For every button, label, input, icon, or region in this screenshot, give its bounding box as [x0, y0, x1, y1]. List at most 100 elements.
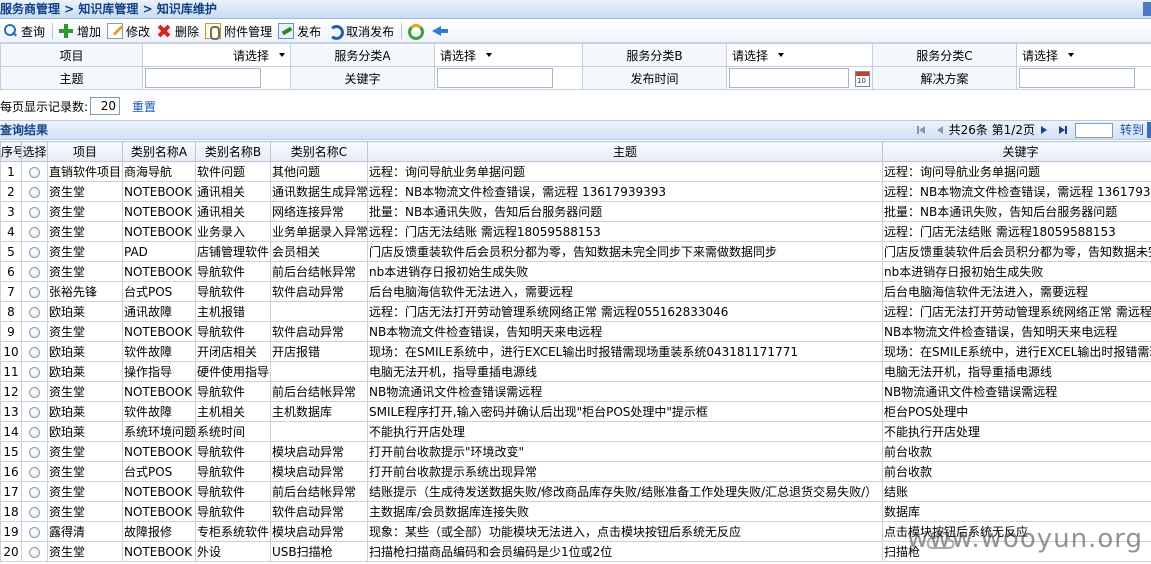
cell-project: 资生堂	[47, 461, 123, 482]
last-page-icon[interactable]	[1056, 124, 1068, 136]
add-button[interactable]: 增加	[56, 20, 105, 42]
table-row[interactable]: 12 资生堂 NOTEBOOK 导航软件 前后台结帐异常 NB物流通讯文件检查错误需远程 N…	[0, 381, 1151, 402]
calendar-icon[interactable]: 10	[855, 71, 870, 87]
unpublish-button[interactable]: 取消发布	[325, 20, 398, 42]
row-radio[interactable]	[29, 166, 40, 178]
cell-category-b: 店铺管理软件	[195, 241, 271, 262]
cell-keyword: 数据库	[882, 501, 1151, 522]
cell-category-a: PAD	[122, 241, 196, 262]
cell-keyword: 批量：NB本通讯失败，告知后台服务器问题	[882, 201, 1151, 222]
row-radio[interactable]	[29, 306, 40, 318]
reset-link[interactable]: 重置	[132, 98, 156, 115]
cell-category-b: 主机相关	[195, 401, 271, 422]
scrollbar-edge[interactable]	[1147, 122, 1151, 138]
table-row[interactable]: 14 欧珀莱 系统环境问题 系统时间 不能执行开店处理 不能执行开店处理	[0, 421, 1151, 442]
delete-button[interactable]: 删除	[154, 20, 203, 42]
cell-category-a: NOTEBOOK	[122, 481, 196, 502]
row-radio[interactable]	[29, 326, 40, 338]
category-c-select[interactable]: 请选择	[1019, 46, 1077, 64]
cell-keyword: NB本物流文件检查错误，告知明天来电远程	[882, 321, 1151, 342]
table-row[interactable]: 7 张裕先锋 台式POS 导航软件 软件启动异常 后台电脑海信软件无法进入，需要远程 后台电…	[0, 281, 1151, 302]
row-select-cell	[21, 521, 48, 542]
row-radio[interactable]	[29, 546, 40, 558]
next-page-icon[interactable]	[1038, 124, 1050, 136]
edit-button[interactable]: 修改	[105, 20, 154, 42]
scrollbar-thumb[interactable]	[1143, 2, 1151, 16]
row-radio[interactable]	[29, 426, 40, 438]
row-radio[interactable]	[29, 246, 40, 258]
first-page-icon[interactable]	[916, 124, 928, 136]
row-radio[interactable]	[29, 506, 40, 518]
row-radio[interactable]	[29, 486, 40, 498]
table-row[interactable]: 16 资生堂 台式POS 导航软件 模块启动异常 打开前台收款提示系统出现异常 前台收款	[0, 461, 1151, 482]
cell-category-b: 通讯相关	[195, 181, 271, 202]
prev-page-icon[interactable]	[934, 124, 946, 136]
table-row[interactable]: 15 资生堂 NOTEBOOK 导航软件 模块启动异常 打开前台收款提示"环境改变" 前台收…	[0, 441, 1151, 462]
row-number: 16	[0, 461, 22, 482]
row-radio[interactable]	[29, 346, 40, 358]
row-radio[interactable]	[29, 226, 40, 238]
breadcrumb: 服务商管理 > 知识库管理 > 知识库维护	[0, 0, 1151, 19]
cell-project: 资生堂	[47, 261, 123, 282]
cell-project: 资生堂	[47, 221, 123, 242]
table-row[interactable]: 3 资生堂 NOTEBOOK 通讯相关 网络连接异常 批量：NB本通讯失败，告知后台服务器…	[0, 201, 1151, 222]
row-radio[interactable]	[29, 186, 40, 198]
cell-category-b: 导航软件	[195, 461, 271, 482]
row-select-cell	[21, 321, 48, 342]
table-row[interactable]: 2 资生堂 NOTEBOOK 通讯相关 通讯数据生成异常 远程：NB本物流文件检查错误，需…	[0, 181, 1151, 202]
cell-subject: 远程：询问导航业务单据问题	[367, 161, 883, 182]
row-radio[interactable]	[29, 366, 40, 378]
query-button[interactable]: 查询	[0, 20, 49, 42]
table-row[interactable]: 4 资生堂 NOTEBOOK 业务录入 业务单据录入异常 远程：门店无法结账 需远程180…	[0, 221, 1151, 242]
results-title: 查询结果	[0, 123, 49, 137]
row-radio[interactable]	[29, 386, 40, 398]
refresh-button[interactable]	[405, 20, 430, 42]
table-row[interactable]: 6 资生堂 NOTEBOOK 导航软件 前后台结帐异常 nb本进销存日报初始生成失败 nb本…	[0, 261, 1151, 282]
publish-button[interactable]: 发布	[276, 20, 325, 42]
row-radio[interactable]	[29, 206, 40, 218]
attachments-button[interactable]: 附件管理	[203, 20, 276, 42]
cell-keyword: 远程：门店无法打开劳动管理系统网络正常 需远程055162833046	[882, 301, 1151, 322]
row-select-cell	[21, 221, 48, 242]
keyword-input[interactable]	[437, 68, 553, 88]
column-header: 类别名称B	[195, 141, 271, 162]
table-row[interactable]: 1 直销软件项目 商海导航 软件问题 其他问题 远程：询问导航业务单据问题 远程：询问导航业…	[0, 161, 1151, 182]
cell-category-b: 导航软件	[195, 261, 271, 282]
column-header: 主题	[367, 141, 883, 162]
table-row[interactable]: 9 资生堂 NOTEBOOK 导航软件 软件启动异常 NB本物流文件检查错误，告知明天来电…	[0, 321, 1151, 342]
table-row[interactable]: 18 资生堂 NOTEBOOK 导航软件 软件启动异常 主数据库/会员数据库连接失败 数据库	[0, 501, 1151, 522]
category-b-label: 服务分类B	[582, 43, 727, 67]
row-radio[interactable]	[29, 446, 40, 458]
goto-page-input[interactable]	[1074, 122, 1113, 138]
cell-category-b: 外设	[195, 541, 271, 562]
back-button[interactable]	[430, 20, 455, 42]
cell-project: 资生堂	[47, 201, 123, 222]
table-row[interactable]: 11 欧珀莱 操作指导 硬件使用指导 电脑无法开机，指导重插电源线 电脑无法开机，指导重插…	[0, 361, 1151, 382]
page-size-input[interactable]: 20	[90, 97, 121, 115]
row-number: 14	[0, 421, 22, 442]
table-row[interactable]: 8 欧珀莱 通讯故障 主机报错 远程：门店无法打开劳动管理系统网络正常 需远程05516…	[0, 301, 1151, 322]
row-radio[interactable]	[29, 406, 40, 418]
cell-subject: 打开前台收款提示系统出现异常	[367, 461, 883, 482]
cell-project: 资生堂	[47, 501, 123, 522]
row-number: 18	[0, 501, 22, 522]
cell-category-b: 开闭店相关	[195, 341, 271, 362]
goto-button[interactable]: 转到	[1120, 121, 1144, 139]
solution-input[interactable]	[1019, 68, 1135, 88]
table-row[interactable]: 13 欧珀莱 软件故障 主机相关 主机数据库 SMILE程序打开,输入密码并确认后出现"柜…	[0, 401, 1151, 422]
category-a-select[interactable]: 请选择	[437, 46, 495, 64]
table-row[interactable]: 10 欧珀莱 软件故障 开闭店相关 开店报错 现场：在SMILE系统中，进行EXCEL输出…	[0, 341, 1151, 362]
row-radio[interactable]	[29, 466, 40, 478]
subject-input[interactable]	[145, 68, 261, 88]
category-a-select-value: 请选择	[440, 48, 477, 63]
table-row[interactable]: 17 资生堂 NOTEBOOK 导航软件 前后台结帐异常 结账提示（生成待发送数据失败/修…	[0, 481, 1151, 502]
row-radio[interactable]	[29, 286, 40, 298]
project-select[interactable]: 请选择	[230, 46, 288, 64]
table-row[interactable]: 5 资生堂 PAD 店铺管理软件 会员相关 门店反馈重装软件后会员积分都为零，告知数据未完…	[0, 241, 1151, 262]
row-radio[interactable]	[29, 266, 40, 278]
row-radio[interactable]	[29, 526, 40, 538]
cell-project: 资生堂	[47, 321, 123, 342]
publish-time-input[interactable]	[729, 68, 849, 88]
category-b-select[interactable]: 请选择	[729, 46, 787, 64]
cell-keyword: 柜台POS处理中	[882, 401, 1151, 422]
